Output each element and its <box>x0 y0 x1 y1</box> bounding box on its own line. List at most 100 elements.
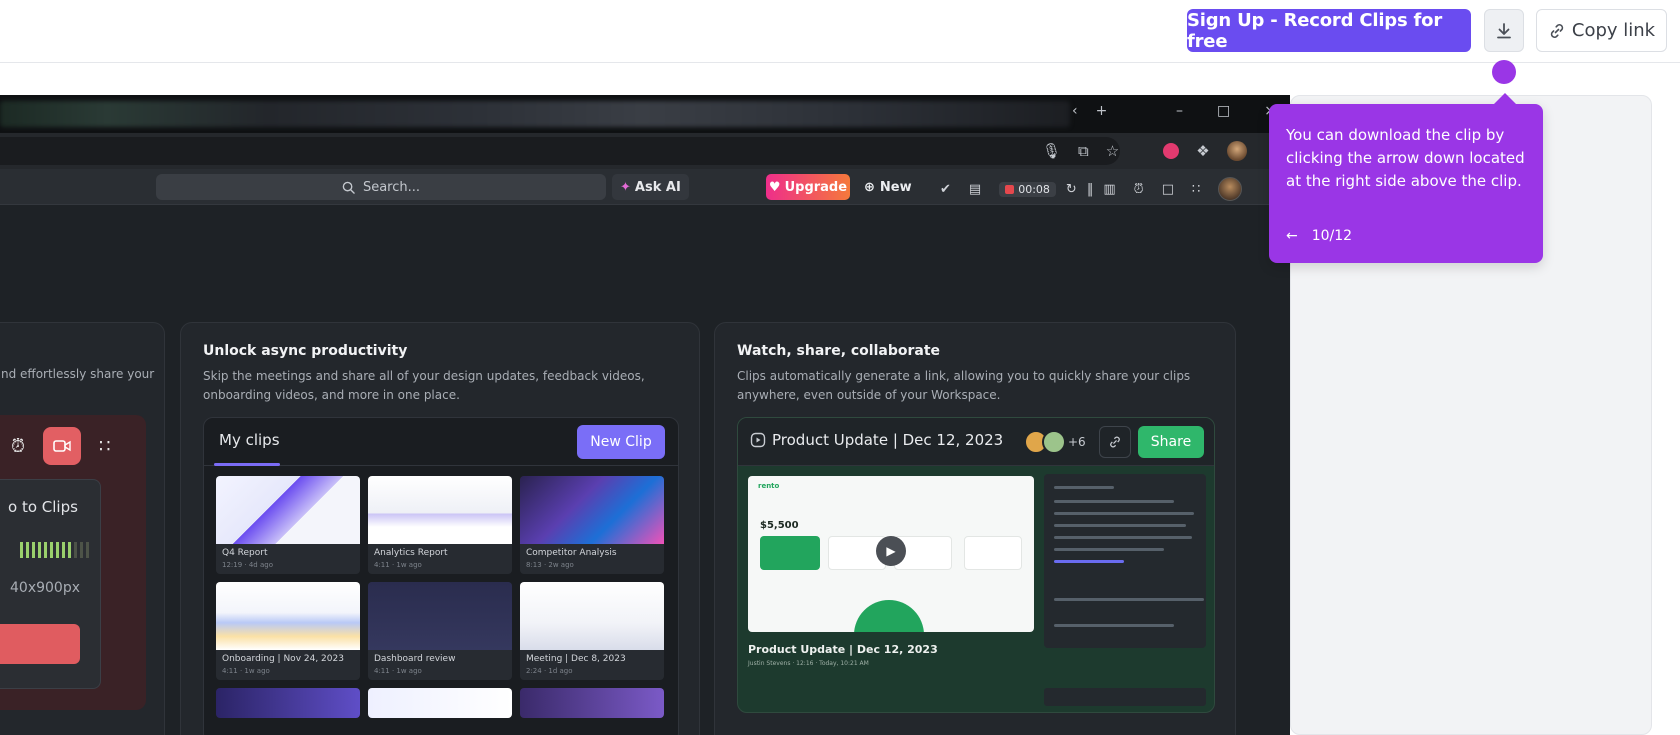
new-tab-icon[interactable]: + <box>1096 103 1108 119</box>
extension-badge-icon[interactable] <box>1163 143 1180 159</box>
user-avatar[interactable] <box>1218 177 1243 201</box>
clip-video-thumbnail[interactable]: rento $5,500 ▶ <box>748 476 1034 632</box>
brand-logo: rento <box>758 482 780 490</box>
clip-meta: 4:11 · 1w ago <box>222 667 270 675</box>
my-clips-panel: My clips New Clip Q4 Report 12:19 · 4d a… <box>203 417 679 735</box>
clip-card[interactable]: Competitor Analysis 8:13 · 2w ago <box>520 476 664 574</box>
active-tab-indicator <box>214 463 280 466</box>
stat-card <box>964 536 1022 570</box>
record-preview: ⏰︎ ∷ o to Clips 40x900px <box>0 415 146 710</box>
upgrade-label: Upgrade <box>784 179 848 195</box>
card-description: Clips automatically generate a link, all… <box>737 369 1191 402</box>
clip-card[interactable] <box>368 688 512 718</box>
clip-card[interactable]: Dashboard review 4:11 · 1w ago <box>368 582 512 680</box>
clip-thumbnail <box>520 476 664 544</box>
card-description: Skip the meetings and share all of your … <box>203 369 645 402</box>
link-icon <box>1550 23 1564 38</box>
comment-input[interactable] <box>1044 688 1206 706</box>
top-bar: Sign Up - Record Clips for free Copy lin… <box>0 0 1680 63</box>
trash-icon[interactable]: ▥ <box>1103 182 1115 197</box>
clip-name: Onboarding | Nov 24, 2023 <box>222 654 344 664</box>
clip-card[interactable] <box>520 688 664 718</box>
copy-clip-link-button[interactable] <box>1099 426 1131 458</box>
start-recording-button[interactable] <box>0 624 80 664</box>
clip-video-frame[interactable]: ‹ + – □ × 🎙︎ ⧉ ☆ ❖ Search... ✦ Ask AI <box>0 95 1290 735</box>
clip-title: Product Update | Dec 12, 2023 <box>772 431 1004 449</box>
microphone-icon[interactable]: 🎙︎ <box>1042 142 1061 160</box>
video-caption: Product Update | Dec 12, 2023 <box>748 643 938 656</box>
apps-grid-icon[interactable]: ∷ <box>1192 182 1200 197</box>
check-circle-icon[interactable]: ✔ <box>940 182 951 197</box>
recording-timer[interactable]: 00:08 <box>999 181 1056 197</box>
walkthrough-tooltip: You can download the clip by clicking th… <box>1269 93 1543 263</box>
pause-icon[interactable]: ‖ <box>1087 182 1094 197</box>
step-counter: 10/12 <box>1311 228 1353 244</box>
share-button[interactable]: Share <box>1138 426 1204 458</box>
back-arrow-icon[interactable]: ← <box>1286 228 1298 244</box>
clip-thumbnail <box>216 582 360 650</box>
apps-grid-icon[interactable]: ∷ <box>99 436 110 457</box>
clip-card[interactable]: Onboarding | Nov 24, 2023 4:11 · 1w ago <box>216 582 360 680</box>
clip-name: Competitor Analysis <box>526 548 617 558</box>
copy-link-button[interactable]: Copy link <box>1536 9 1667 52</box>
new-button[interactable]: ⊕ New <box>864 174 912 200</box>
document-icon[interactable]: □ <box>1162 182 1174 197</box>
search-input[interactable]: Search... <box>156 174 606 200</box>
resolution-label: 40x900px <box>10 580 80 596</box>
tab-scroll-icon[interactable]: ‹ <box>1072 103 1078 119</box>
clip-meta: 2:24 · 1d ago <box>526 667 573 675</box>
tooltip-text: You can download the clip by clicking th… <box>1286 126 1525 190</box>
restore-icon[interactable]: □ <box>1217 103 1230 119</box>
alarm-icon[interactable]: ⏰︎ <box>11 436 25 457</box>
clip-name: Dashboard review <box>374 654 456 664</box>
tab-my-clips[interactable]: My clips <box>219 431 280 449</box>
timer-value: 00:08 <box>1018 182 1050 196</box>
viewer-avatars[interactable]: +6 <box>1024 430 1086 454</box>
new-clip-button[interactable]: New Clip <box>577 425 665 459</box>
copy-link-label: Copy link <box>1571 20 1656 41</box>
clip-card[interactable]: Meeting | Dec 8, 2023 2:24 · 1d ago <box>520 582 664 680</box>
profile-avatar[interactable] <box>1226 141 1247 161</box>
ask-ai-button[interactable]: ✦ Ask AI <box>612 174 689 200</box>
minimize-icon[interactable]: – <box>1176 103 1183 119</box>
avatar <box>1042 430 1066 454</box>
browser-tab-strip: ‹ + – □ × <box>0 95 1290 133</box>
play-icon[interactable]: ▶ <box>876 536 906 566</box>
clip-card[interactable]: Q4 Report 12:19 · 4d ago <box>216 476 360 574</box>
clip-name: Analytics Report <box>374 548 448 558</box>
clip-name: Q4 Report <box>222 548 268 558</box>
clip-meta: 4:11 · 1w ago <box>374 667 422 675</box>
signup-button[interactable]: Sign Up - Record Clips for free <box>1187 9 1471 52</box>
clip-card[interactable] <box>216 688 360 718</box>
record-panel: o to Clips 40x900px <box>0 479 101 689</box>
record-panel-title: o to Clips <box>8 498 78 516</box>
stat-card <box>760 536 820 570</box>
address-field[interactable] <box>0 137 1120 165</box>
browser-address-bar: 🎙︎ ⧉ ☆ ❖ <box>0 133 1290 169</box>
feature-card-record: nd effortlessly share your ⏰︎ ∷ o to Cli… <box>0 322 165 735</box>
upgrade-button[interactable]: ♥ Upgrade <box>766 174 850 200</box>
cast-icon[interactable]: ⧉ <box>1078 142 1089 160</box>
clip-card[interactable]: Analytics Report 4:11 · 1w ago <box>368 476 512 574</box>
viewer-count: +6 <box>1068 435 1086 449</box>
comments-thread <box>1044 474 1206 648</box>
alarm-icon[interactable]: ⏰︎ <box>1134 182 1144 197</box>
card-description: nd effortlessly share your <box>1 367 155 381</box>
new-label: New <box>879 179 912 195</box>
refresh-icon[interactable]: ↻ <box>1066 182 1077 197</box>
amount-value: $5,500 <box>760 520 799 531</box>
clip-name: Meeting | Dec 8, 2023 <box>526 654 626 664</box>
video-camera-button[interactable] <box>43 427 82 465</box>
feature-card-async: Unlock async productivity Skip the meeti… <box>180 322 700 735</box>
hotspot-beacon[interactable] <box>1492 60 1516 84</box>
download-button[interactable] <box>1484 9 1524 52</box>
feature-card-share: Watch, share, collaborate Clips automati… <box>714 322 1236 735</box>
record-icon <box>1005 184 1015 194</box>
notepad-icon[interactable]: ▤ <box>969 182 981 197</box>
ask-ai-label: Ask AI <box>634 179 681 195</box>
star-icon[interactable]: ☆ <box>1106 142 1119 160</box>
clip-share-preview: Product Update | Dec 12, 2023 +6 Share r… <box>737 417 1215 713</box>
extensions-icon[interactable]: ❖ <box>1196 142 1209 160</box>
gift-icon: ♥ <box>768 179 781 195</box>
search-placeholder: Search... <box>362 179 421 195</box>
